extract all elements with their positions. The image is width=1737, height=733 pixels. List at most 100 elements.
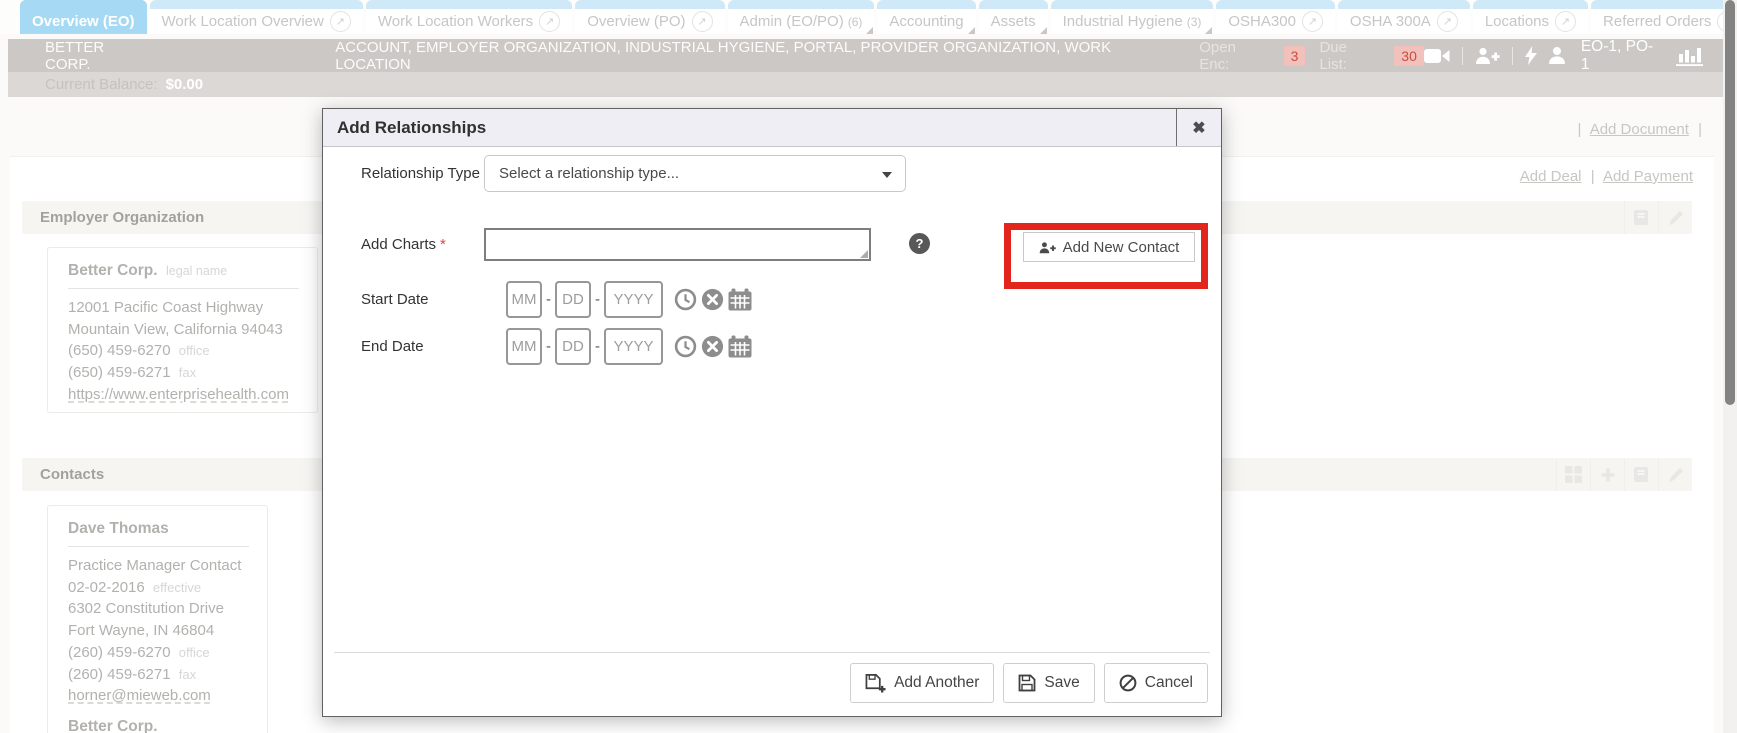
popout-icon: ↗ (539, 11, 560, 32)
edit-pencil-icon[interactable] (1658, 201, 1692, 234)
print-book-icon[interactable] (1624, 458, 1658, 491)
grid-view-icon[interactable] (1556, 458, 1590, 491)
person-add-icon (1039, 241, 1056, 254)
address-line: 12001 Pacific Coast Highway (68, 297, 317, 319)
tab-overview-po[interactable]: Overview (PO) ↗ (575, 0, 724, 34)
tab-label: Locations (1485, 13, 1549, 30)
end-month-input[interactable] (506, 328, 542, 365)
clock-icon[interactable] (674, 335, 697, 358)
calendar-icon[interactable] (728, 335, 752, 358)
start-date-fields: - - (506, 281, 752, 318)
start-day-input[interactable] (555, 281, 591, 318)
pipe: | (1698, 121, 1702, 138)
email-link[interactable]: horner@mieweb.com (68, 685, 267, 707)
user-role-badge[interactable]: EO-1, PO-1 (1581, 38, 1660, 74)
tab-overview-eo[interactable]: Overview (EO) (20, 0, 147, 34)
popout-icon: ↗ (1555, 11, 1576, 32)
balance-value: $0.00 (166, 76, 204, 93)
tab-locations[interactable]: Locations ↗ (1473, 0, 1588, 34)
start-month-input[interactable] (506, 281, 542, 318)
contact-card[interactable]: Dave Thomas Practice Manager Contact 02-… (47, 505, 268, 733)
button-label: Add Another (894, 674, 979, 692)
modal-title: Add Relationships (323, 109, 1176, 146)
add-plus-icon[interactable] (1590, 458, 1624, 491)
start-year-input[interactable] (604, 281, 663, 318)
add-payment-link[interactable]: Add Payment (1603, 168, 1693, 185)
select-value: Select a relationship type... (499, 165, 679, 182)
divider (1512, 47, 1513, 65)
tab-accounting[interactable]: Accounting (877, 0, 975, 34)
phone-line: (650) 459-6270 office (68, 340, 317, 362)
effective-line: 02-02-2016 effective (68, 577, 267, 599)
add-another-button[interactable]: Add Another (850, 663, 994, 703)
card-header: Better Corp. legal name (68, 262, 317, 280)
divider (1462, 47, 1463, 65)
clear-x-circle-icon[interactable] (701, 335, 724, 358)
tab-label: Work Location Workers (378, 13, 533, 30)
clock-icon[interactable] (674, 288, 697, 311)
clear-x-circle-icon[interactable] (701, 288, 724, 311)
legal-name-note: legal name (166, 264, 227, 278)
tab-label: Overview (PO) (587, 13, 685, 30)
bar-chart-icon[interactable] (1676, 45, 1703, 66)
date-separator: - (595, 291, 600, 308)
org-name: BETTER CORP. (45, 39, 153, 73)
address-line: 6302 Constitution Drive (68, 598, 267, 620)
due-list-badge[interactable]: 30 (1394, 46, 1424, 66)
tab-assets[interactable]: Assets (979, 0, 1048, 34)
date-separator: - (546, 338, 551, 355)
lightning-bolt-icon[interactable] (1525, 46, 1537, 65)
fax-number: (650) 459-6271 (68, 364, 171, 381)
add-deal-link[interactable]: Add Deal (1520, 168, 1582, 185)
open-enc-label: Open Enc: (1199, 39, 1269, 73)
edit-pencil-icon[interactable] (1658, 458, 1692, 491)
scrollbar-thumb[interactable] (1725, 0, 1735, 405)
person-icon[interactable] (1549, 47, 1565, 64)
website-link[interactable]: https://www.enterprisehealth.com (68, 384, 317, 406)
deal-payment-links-row: Add Deal | Add Payment (1520, 168, 1693, 185)
phone-note: office (179, 645, 210, 660)
tab-work-location-workers[interactable]: Work Location Workers ↗ (366, 0, 572, 34)
phone-number: (260) 459-6270 (68, 644, 171, 661)
employer-organization-card[interactable]: Better Corp. legal name 12001 Pacific Co… (47, 247, 318, 413)
open-enc-badge[interactable]: 3 (1284, 46, 1306, 66)
tab-referred-orders[interactable]: Referred Orders ↗ (1591, 0, 1737, 34)
tab-bar: Overview (EO) Work Location Overview ↗ W… (0, 0, 1723, 34)
relationship-type-select[interactable]: Select a relationship type... (484, 155, 906, 192)
fax-note: fax (179, 667, 196, 682)
due-list-label: Due List: (1319, 39, 1378, 73)
save-icon (1018, 674, 1036, 692)
red-highlight-annotation: Add New Contact (1004, 223, 1208, 289)
end-year-input[interactable] (604, 328, 663, 365)
vertical-scrollbar[interactable] (1723, 0, 1737, 733)
tab-osha-300a[interactable]: OSHA 300A ↗ (1338, 0, 1470, 34)
print-book-icon[interactable] (1624, 201, 1658, 234)
tab-osha300[interactable]: OSHA300 ↗ (1216, 0, 1335, 34)
tab-label: Referred Orders (1603, 13, 1711, 30)
add-charts-input[interactable] (484, 228, 871, 261)
popout-icon: ↗ (1302, 11, 1323, 32)
add-document-link[interactable]: Add Document (1590, 121, 1689, 138)
address-line: Fort Wayne, IN 46804 (68, 620, 267, 642)
popout-icon: ↗ (1437, 11, 1458, 32)
help-icon[interactable]: ? (909, 233, 930, 254)
add-new-contact-button[interactable]: Add New Contact (1023, 232, 1195, 262)
employer-name: Better Corp. (68, 262, 158, 279)
tab-label: Overview (EO) (32, 13, 135, 30)
person-add-icon[interactable] (1475, 47, 1500, 64)
tab-label: Assets (991, 13, 1036, 30)
tab-admin-eo-po[interactable]: Admin (EO/PO) (6) (728, 0, 875, 34)
save-button[interactable]: Save (1003, 663, 1094, 703)
cancel-button[interactable]: Cancel (1104, 663, 1208, 703)
calendar-icon[interactable] (728, 288, 752, 311)
tab-label: Industrial Hygiene (1063, 13, 1183, 30)
end-day-input[interactable] (555, 328, 591, 365)
effective-date: 02-02-2016 (68, 579, 145, 596)
popout-icon: ↗ (330, 11, 351, 32)
effective-note: effective (153, 580, 201, 595)
tab-industrial-hygiene[interactable]: Industrial Hygiene (3) (1051, 0, 1214, 34)
close-icon[interactable]: ✖ (1176, 109, 1221, 146)
video-camera-icon[interactable] (1424, 48, 1450, 64)
org-header-bar: BETTER CORP. ACCOUNT, EMPLOYER ORGANIZAT… (8, 39, 1723, 72)
tab-work-location-overview[interactable]: Work Location Overview ↗ (150, 0, 363, 34)
